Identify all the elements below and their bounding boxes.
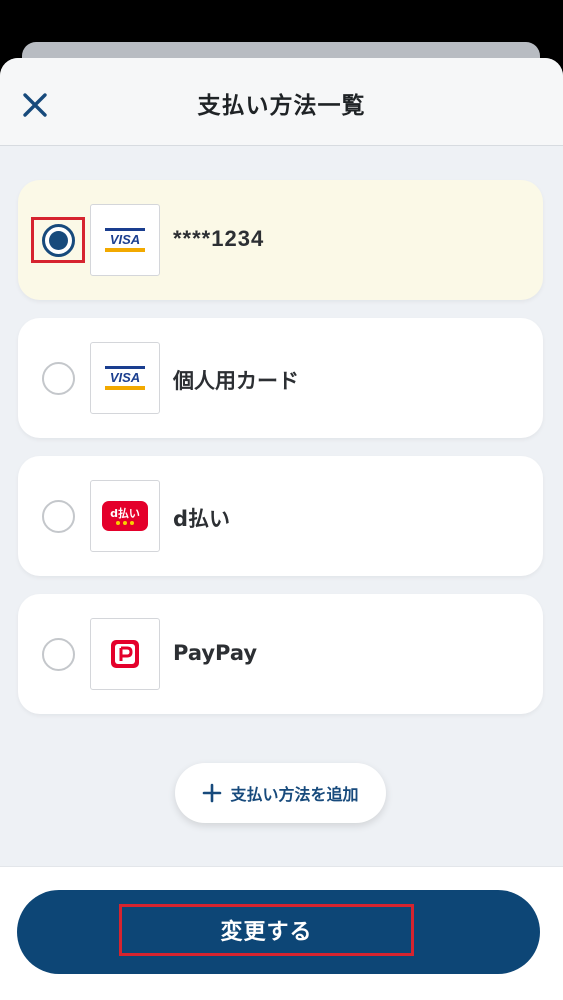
add-button-label: 支払い方法を追加 (230, 785, 359, 804)
radio-wrap (31, 631, 85, 677)
d-barai-logo-icon: d払い (102, 501, 148, 531)
page-title: 支払い方法一覧 (197, 93, 366, 119)
payment-method-label: 個人用カード (173, 369, 299, 393)
radio-button-selected[interactable] (41, 223, 75, 257)
radio-wrap (31, 355, 85, 401)
payment-method-card-visa-1234[interactable]: VISA ****1234 (18, 180, 543, 300)
change-button[interactable]: 変更する (17, 890, 540, 974)
sheet-header: 支払い方法一覧 (0, 58, 563, 146)
radio-button[interactable] (41, 361, 75, 395)
status-bar (0, 0, 563, 42)
payment-method-label: d払い (173, 507, 231, 531)
payment-methods-sheet: 支払い方法一覧 VISA ****1234 VISA 個人用カード d払い d払… (0, 58, 563, 1000)
add-payment-method-button[interactable]: 支払い方法を追加 (175, 763, 386, 823)
radio-wrap (31, 493, 85, 539)
payment-method-card-personal[interactable]: VISA 個人用カード (18, 318, 543, 438)
radio-button[interactable] (41, 637, 75, 671)
visa-logo-icon: VISA (105, 366, 145, 390)
visa-logo-icon: VISA (105, 228, 145, 252)
card-logo-box (90, 618, 160, 690)
plus-icon (203, 783, 222, 803)
radio-highlight-box (31, 217, 85, 263)
payment-method-label: ****1234 (173, 226, 265, 251)
paypay-logo-icon (111, 640, 139, 668)
radio-button[interactable] (41, 499, 75, 533)
card-logo-box: d払い (90, 480, 160, 552)
submit-highlight-box: 変更する (119, 904, 414, 956)
card-logo-box: VISA (90, 204, 160, 276)
payment-method-label: PayPay (173, 641, 258, 665)
payment-method-card-d-barai[interactable]: d払い d払い (18, 456, 543, 576)
payment-method-list: VISA ****1234 VISA 個人用カード d払い d払い PayPay (18, 180, 543, 732)
change-button-label: 変更する (220, 920, 313, 945)
payment-method-card-paypay[interactable]: PayPay (18, 594, 543, 714)
card-logo-box: VISA (90, 342, 160, 414)
footer: 変更する (0, 866, 563, 1000)
